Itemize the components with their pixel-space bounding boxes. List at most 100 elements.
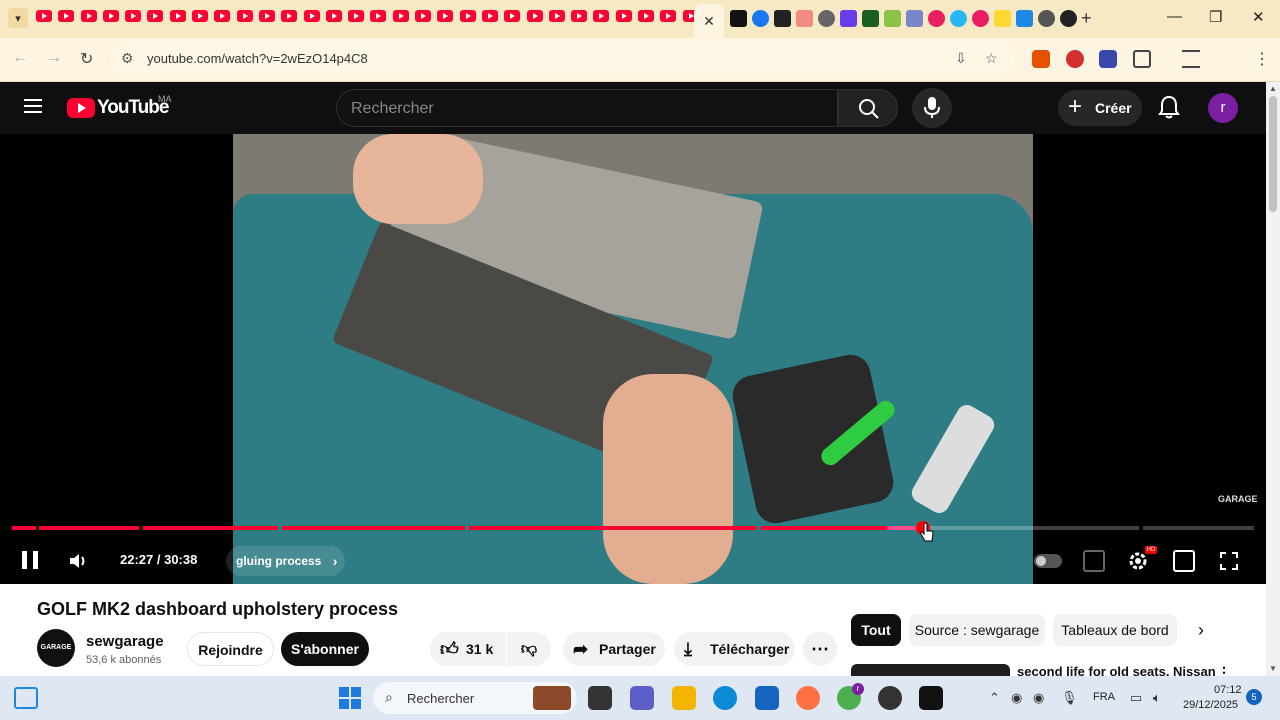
- tray-overflow-icon[interactable]: ⌃: [989, 690, 1000, 706]
- youtube-tab-icon[interactable]: [36, 10, 52, 22]
- youtube-tab-icon[interactable]: [303, 10, 320, 22]
- bookmark-star-icon[interactable]: ☆: [985, 50, 998, 67]
- page-scrollbar[interactable]: ▲ ▼: [1266, 82, 1280, 676]
- site-info-icon[interactable]: ⚙: [121, 50, 134, 67]
- task-view-icon[interactable]: [588, 686, 612, 710]
- settings-tab-icon[interactable]: [818, 10, 835, 27]
- youtube-tab-icon[interactable]: [392, 10, 409, 22]
- progress-segment[interactable]: [469, 526, 757, 530]
- youtube-tab-icon[interactable]: [660, 10, 677, 22]
- network-icon[interactable]: ▭: [1130, 690, 1142, 706]
- minimize-icon[interactable]: —: [1167, 8, 1182, 25]
- youtube-tab-icon[interactable]: [459, 10, 476, 22]
- youtube-tab-icon[interactable]: [236, 10, 253, 22]
- metamask-extension-icon[interactable]: [1032, 50, 1050, 68]
- progress-segment[interactable]: [927, 526, 1139, 530]
- url-text[interactable]: youtube.com/watch?v=2wEzO14p4C8: [147, 51, 368, 66]
- tab-icon[interactable]: [840, 10, 857, 27]
- l-tab-icon[interactable]: [884, 10, 901, 27]
- inv-tab-icon[interactable]: [730, 10, 747, 27]
- scroll-down-icon[interactable]: ▼: [1268, 664, 1278, 673]
- video-frame[interactable]: [233, 134, 1033, 584]
- tab-icon[interactable]: [796, 10, 813, 27]
- chip-all[interactable]: Tout: [851, 614, 901, 646]
- youtube-tab-icon[interactable]: [348, 10, 365, 22]
- tab-icon[interactable]: [928, 10, 945, 27]
- youtube-tab-icon[interactable]: [504, 10, 521, 22]
- forward-icon[interactable]: →: [46, 49, 62, 67]
- scrollbar-thumb[interactable]: [1269, 96, 1277, 212]
- tiktok-icon[interactable]: [919, 686, 943, 710]
- windows-start-icon[interactable]: [339, 687, 361, 709]
- video-player[interactable]: GARAGE 22:27 / 30:38 gluing process › HD: [0, 134, 1266, 584]
- voice-search-button[interactable]: [912, 88, 952, 128]
- tab-icon[interactable]: [1038, 10, 1055, 27]
- youtube-tab-icon[interactable]: [80, 10, 97, 22]
- youtube-tab-icon[interactable]: [437, 10, 454, 22]
- share-button[interactable]: ➦ Partager: [563, 632, 665, 666]
- store-icon[interactable]: [755, 686, 779, 710]
- channel-name[interactable]: sewgarage: [86, 633, 164, 650]
- progress-segment[interactable]: [143, 526, 278, 530]
- search-input[interactable]: Rechercher: [336, 89, 838, 127]
- new-tab-plus-icon[interactable]: +: [1081, 8, 1092, 29]
- account-avatar[interactable]: r: [1208, 93, 1238, 123]
- youtube-tab-icon[interactable]: [147, 10, 164, 22]
- tab-icon[interactable]: [1016, 10, 1033, 27]
- facebook-tab-icon[interactable]: [752, 10, 769, 27]
- tab-icon[interactable]: [1060, 10, 1077, 27]
- teams-icon[interactable]: [630, 686, 654, 710]
- tab-icon[interactable]: [972, 10, 989, 27]
- channel-avatar[interactable]: GARAGE: [37, 629, 75, 667]
- extensions-puzzle-icon[interactable]: [1133, 50, 1151, 68]
- subscribe-button[interactable]: S'abonner: [281, 632, 369, 666]
- notification-badge[interactable]: 5: [1246, 689, 1262, 705]
- tray-app-icon[interactable]: ◉: [1011, 690, 1022, 706]
- progress-segment[interactable]: [39, 526, 139, 530]
- youtube-tab-icon[interactable]: [258, 10, 275, 22]
- chip-source[interactable]: Source : sewgarage: [909, 614, 1045, 646]
- widgets-icon[interactable]: [14, 687, 38, 709]
- speaker-icon[interactable]: 🔈︎: [1153, 690, 1161, 706]
- youtube-tab-icon[interactable]: [593, 10, 610, 22]
- tv-tab-icon[interactable]: [774, 10, 791, 27]
- scroll-up-icon[interactable]: ▲: [1268, 84, 1278, 93]
- progress-segment[interactable]: [1143, 526, 1254, 530]
- chip-dashboards[interactable]: Tableaux de bord: [1053, 614, 1177, 646]
- notifications-bell-icon[interactable]: [1158, 95, 1180, 119]
- progress-bar[interactable]: [12, 526, 1254, 530]
- taskbar-search[interactable]: ⌕ Rechercher: [373, 682, 577, 714]
- theater-mode-icon[interactable]: [1173, 550, 1195, 572]
- back-icon[interactable]: ←: [12, 49, 28, 67]
- youtube-tab-icon[interactable]: [169, 10, 186, 22]
- youtube-tab-icon[interactable]: [192, 10, 209, 22]
- search-button[interactable]: [838, 89, 898, 127]
- channel-watermark[interactable]: GARAGE: [1218, 494, 1258, 504]
- menu-icon[interactable]: [24, 99, 42, 113]
- app-icon[interactable]: [878, 686, 902, 710]
- extension-icon[interactable]: [1066, 50, 1084, 68]
- create-button[interactable]: + Créer: [1058, 90, 1142, 126]
- youtube-tab-icon[interactable]: [281, 10, 298, 22]
- microphone-tray-icon[interactable]: 🎙︎: [1061, 690, 1078, 706]
- tray-app-icon[interactable]: ◉: [1033, 690, 1044, 706]
- firefox-icon[interactable]: [796, 686, 820, 710]
- youtube-tab-icon[interactable]: [638, 10, 655, 22]
- language-indicator[interactable]: FRA: [1093, 691, 1115, 703]
- telegram-tab-icon[interactable]: [950, 10, 967, 27]
- k-tab-icon[interactable]: [862, 10, 879, 27]
- fullscreen-icon[interactable]: [1218, 550, 1240, 572]
- active-tab-close-button[interactable]: ✕: [694, 4, 724, 38]
- youtube-tab-icon[interactable]: [571, 10, 588, 22]
- youtube-tab-icon[interactable]: [548, 10, 565, 22]
- media-controls-icon[interactable]: [1182, 50, 1200, 68]
- restore-icon[interactable]: ❐: [1209, 8, 1222, 26]
- youtube-tab-icon[interactable]: [125, 10, 142, 22]
- subtitles-icon[interactable]: [1083, 550, 1105, 572]
- progress-segment[interactable]: [12, 526, 36, 530]
- youtube-tab-icon[interactable]: [58, 10, 75, 22]
- edge-icon[interactable]: [713, 686, 737, 710]
- pause-icon[interactable]: [22, 551, 38, 569]
- address-bar[interactable]: ⚙ youtube.com/watch?v=2wEzO14p4C8 ⇩ ☆: [110, 43, 1015, 75]
- file-explorer-icon[interactable]: [672, 686, 696, 710]
